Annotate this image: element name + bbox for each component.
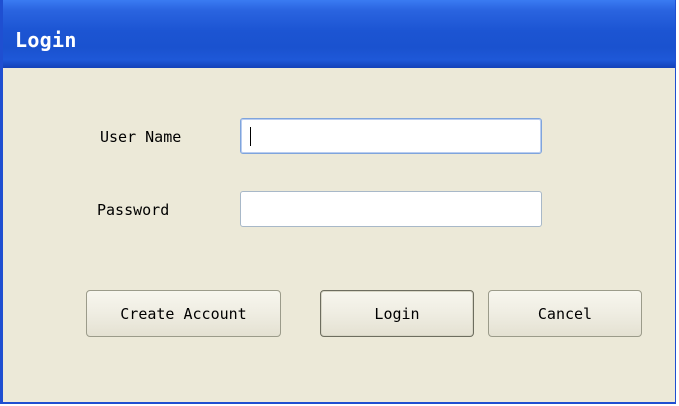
text-caret [250,127,251,146]
login-button[interactable]: Login [320,290,474,337]
username-input[interactable] [240,118,542,154]
login-dialog: Login User Name Password Create Account … [0,0,676,404]
title-bar[interactable]: Login [3,0,675,68]
window-title: Login [15,28,77,52]
create-account-button[interactable]: Create Account [86,290,281,337]
username-label: User Name [100,128,182,146]
cancel-button[interactable]: Cancel [488,290,642,337]
password-label: Password [97,201,170,219]
password-input[interactable] [240,191,542,227]
